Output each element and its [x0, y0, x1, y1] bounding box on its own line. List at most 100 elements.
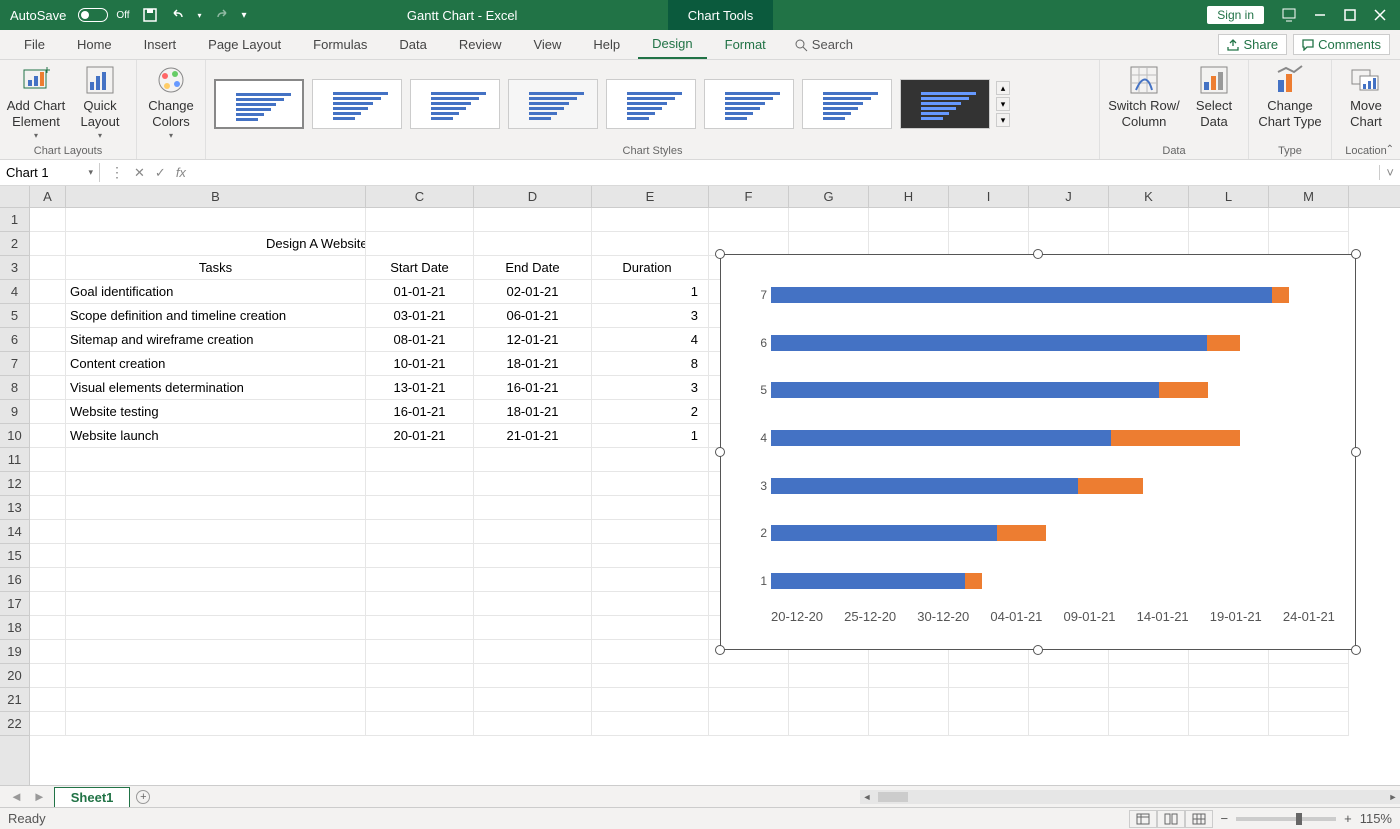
maximize-icon[interactable]	[1344, 9, 1356, 21]
row-header[interactable]: 22	[0, 712, 29, 736]
cell[interactable]	[30, 280, 66, 304]
cell[interactable]: 10-01-21	[366, 352, 474, 376]
cell[interactable]: 1	[592, 424, 709, 448]
cell[interactable]: 12-01-21	[474, 328, 592, 352]
cell[interactable]	[869, 664, 949, 688]
sheet-tab[interactable]: Sheet1	[54, 787, 131, 807]
cell[interactable]	[66, 568, 366, 592]
cell[interactable]	[1189, 688, 1269, 712]
tab-data[interactable]: Data	[385, 30, 440, 59]
tab-insert[interactable]: Insert	[130, 30, 191, 59]
cell[interactable]	[949, 232, 1029, 256]
cell[interactable]: 1	[592, 280, 709, 304]
column-header[interactable]: B	[66, 186, 366, 207]
cell[interactable]: 16-01-21	[366, 400, 474, 424]
cell[interactable]	[1029, 688, 1109, 712]
add-chart-element-button[interactable]: Add Chart Element▾	[6, 64, 66, 141]
cell[interactable]	[1029, 712, 1109, 736]
resize-handle[interactable]	[715, 249, 725, 259]
row-header[interactable]: 3	[0, 256, 29, 280]
cell[interactable]: Visual elements determination	[66, 376, 366, 400]
column-header[interactable]: D	[474, 186, 592, 207]
cell[interactable]	[1269, 664, 1349, 688]
cell[interactable]	[709, 712, 789, 736]
cell[interactable]	[366, 496, 474, 520]
cell[interactable]: Duration	[592, 256, 709, 280]
chart-style-7[interactable]	[802, 79, 892, 129]
zoom-percent[interactable]: 115%	[1360, 811, 1392, 826]
cell[interactable]: 2	[592, 400, 709, 424]
cell[interactable]	[66, 664, 366, 688]
cell[interactable]	[474, 712, 592, 736]
cell[interactable]	[474, 544, 592, 568]
cell[interactable]	[592, 544, 709, 568]
cell[interactable]	[1029, 208, 1109, 232]
chart-bar[interactable]	[771, 335, 1240, 351]
cell[interactable]	[709, 688, 789, 712]
cell[interactable]	[66, 592, 366, 616]
chart-plot-area[interactable]: 20-12-2025-12-2030-12-2004-01-2109-01-21…	[771, 275, 1335, 599]
row-header[interactable]: 5	[0, 304, 29, 328]
cell[interactable]	[30, 424, 66, 448]
cell[interactable]	[30, 304, 66, 328]
tab-file[interactable]: File	[10, 30, 59, 59]
cell[interactable]	[30, 664, 66, 688]
move-chart-button[interactable]: Move Chart	[1338, 64, 1394, 129]
zoom-slider[interactable]	[1236, 817, 1336, 821]
chart-bar[interactable]	[771, 478, 1143, 494]
cell[interactable]	[709, 208, 789, 232]
cell[interactable]	[30, 328, 66, 352]
cell[interactable]	[366, 592, 474, 616]
column-header[interactable]: C	[366, 186, 474, 207]
column-header[interactable]: L	[1189, 186, 1269, 207]
cell[interactable]: Goal identification	[66, 280, 366, 304]
switch-row-column-button[interactable]: Switch Row/ Column	[1106, 64, 1182, 129]
cell[interactable]	[30, 592, 66, 616]
select-all-corner[interactable]	[0, 186, 30, 207]
cell[interactable]	[1269, 232, 1349, 256]
cell[interactable]	[1189, 664, 1269, 688]
cell[interactable]	[366, 472, 474, 496]
cell[interactable]	[30, 712, 66, 736]
sheet-nav-next-icon[interactable]: ►	[31, 789, 48, 804]
cell[interactable]	[592, 208, 709, 232]
cell[interactable]: 08-01-21	[366, 328, 474, 352]
cell[interactable]	[1189, 712, 1269, 736]
cell[interactable]: Start Date	[366, 256, 474, 280]
cell[interactable]: 21-01-21	[474, 424, 592, 448]
cell[interactable]	[30, 568, 66, 592]
add-sheet-button[interactable]: +	[136, 790, 150, 804]
row-header[interactable]: 12	[0, 472, 29, 496]
scroll-thumb[interactable]	[878, 792, 908, 802]
cell[interactable]: 01-01-21	[366, 280, 474, 304]
cell[interactable]	[474, 208, 592, 232]
cell[interactable]: 13-01-21	[366, 376, 474, 400]
cell[interactable]	[592, 496, 709, 520]
cell[interactable]	[366, 664, 474, 688]
tab-design[interactable]: Design	[638, 30, 706, 59]
column-header[interactable]: A	[30, 186, 66, 207]
chart-bar[interactable]	[771, 382, 1208, 398]
change-colors-button[interactable]: Change Colors▾	[143, 64, 199, 141]
undo-dropdown-icon[interactable]: ▾	[194, 9, 206, 22]
chart-style-1[interactable]	[214, 79, 304, 129]
row-header[interactable]: 8	[0, 376, 29, 400]
cell[interactable]	[474, 568, 592, 592]
cell[interactable]	[366, 640, 474, 664]
cell[interactable]	[592, 592, 709, 616]
ribbon-display-options-icon[interactable]	[1282, 8, 1296, 22]
tab-page-layout[interactable]: Page Layout	[194, 30, 295, 59]
cell[interactable]	[366, 232, 474, 256]
cell[interactable]	[474, 496, 592, 520]
cell[interactable]	[1109, 664, 1189, 688]
fx-icon[interactable]: fx	[176, 165, 186, 180]
cell[interactable]	[30, 520, 66, 544]
row-header[interactable]: 11	[0, 448, 29, 472]
ribbon-collapse-icon[interactable]: ⌃	[1386, 144, 1394, 155]
column-header[interactable]: G	[789, 186, 869, 207]
cell[interactable]	[1029, 664, 1109, 688]
close-icon[interactable]	[1374, 9, 1386, 21]
cell[interactable]	[1109, 712, 1189, 736]
column-header[interactable]: H	[869, 186, 949, 207]
cell[interactable]	[474, 616, 592, 640]
